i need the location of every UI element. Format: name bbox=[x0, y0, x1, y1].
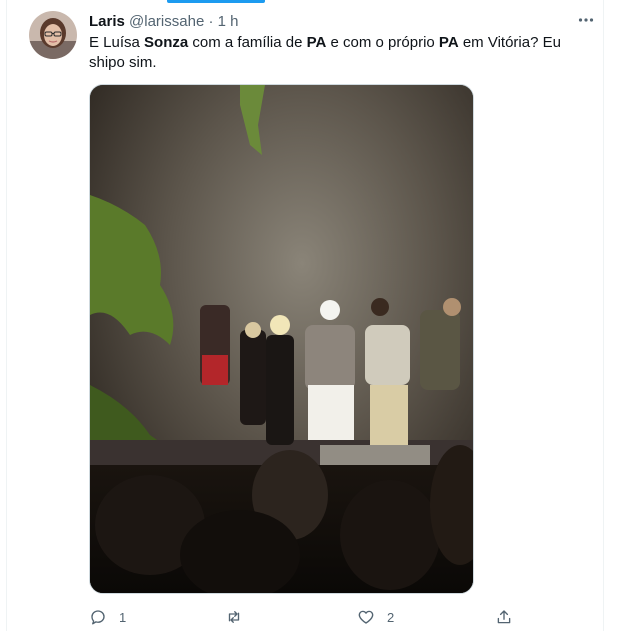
tweet-photo[interactable] bbox=[89, 84, 474, 594]
tweet-header: Laris @larissahe · 1 h bbox=[89, 12, 239, 32]
tweet-text: E Luísa Sonza com a família de PA e com … bbox=[89, 33, 599, 73]
heart-icon bbox=[358, 610, 374, 624]
tweet-card[interactable]: Laris @larissahe · 1 h E Luísa Sonza com… bbox=[6, 0, 604, 631]
avatar[interactable] bbox=[29, 11, 77, 59]
meta-separator: · bbox=[204, 13, 218, 30]
text-part: com a família de bbox=[188, 34, 307, 51]
more-horizontal-icon bbox=[578, 18, 594, 22]
more-button[interactable] bbox=[573, 10, 599, 30]
reply-icon bbox=[91, 610, 105, 625]
share-button[interactable] bbox=[495, 606, 513, 628]
like-button[interactable]: 2 bbox=[357, 606, 394, 628]
author-name[interactable]: Laris bbox=[89, 13, 125, 30]
tweet-time[interactable]: 1 h bbox=[218, 13, 239, 30]
retweet-icon bbox=[228, 611, 240, 623]
retweet-button[interactable] bbox=[225, 606, 255, 628]
reply-button[interactable]: 1 bbox=[89, 606, 126, 628]
mention-pa: PA bbox=[306, 34, 327, 51]
like-count: 2 bbox=[387, 609, 395, 625]
mention-pa: PA bbox=[438, 34, 459, 51]
mention-sonza: Sonza bbox=[144, 34, 189, 51]
action-bar: 1 2 bbox=[89, 606, 519, 628]
tab-indicator bbox=[167, 0, 265, 3]
reply-count: 1 bbox=[119, 609, 127, 625]
share-icon bbox=[497, 610, 511, 624]
text-part: E Luísa bbox=[89, 34, 145, 51]
author-handle[interactable]: @larissahe bbox=[129, 13, 204, 30]
text-part: e com o próprio bbox=[326, 34, 439, 51]
